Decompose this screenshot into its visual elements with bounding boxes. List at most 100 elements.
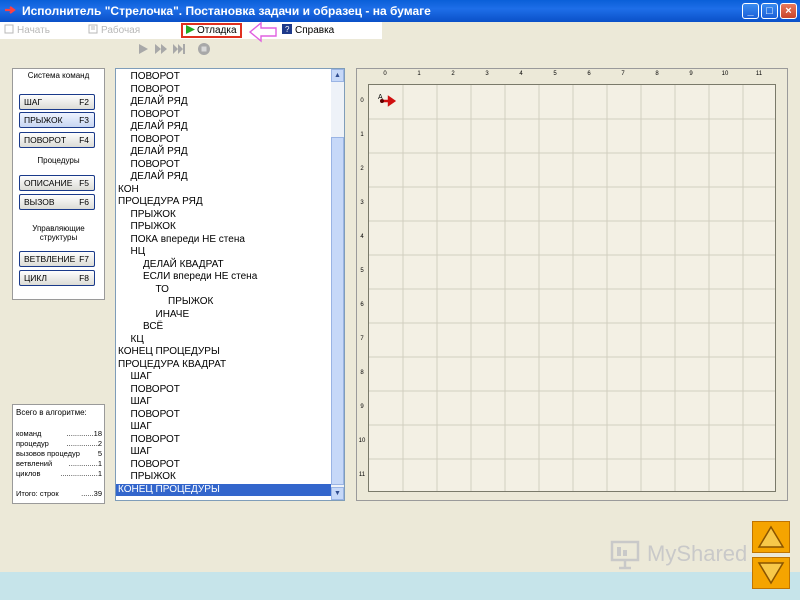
code-line[interactable]: КОНЕЦ ПРОЦЕДУРЫ (116, 483, 334, 496)
watermark-text: MyShared (647, 541, 748, 566)
minimize-button[interactable]: _ (742, 3, 759, 19)
play-icon[interactable] (136, 42, 150, 56)
code-line[interactable]: ПРОЦЕДУРА РЯД (116, 196, 334, 209)
code-line[interactable]: ПОВОРОТ (116, 459, 344, 472)
menu-workbook[interactable]: Рабочая (88, 22, 140, 39)
jump-button[interactable]: ПРЫЖОК F3 (19, 112, 95, 128)
menu-debug[interactable]: Отладка (181, 23, 242, 38)
code-line[interactable]: ДЕЛАЙ КВАДРАТ (116, 259, 344, 272)
call-button[interactable]: ВЫЗОВ F6 (19, 194, 95, 210)
code-line[interactable]: ШАГ (116, 396, 344, 409)
code-line[interactable]: ТО (116, 284, 344, 297)
code-line[interactable]: ПРЫЖОК (116, 296, 344, 309)
branch-button[interactable]: ВЕТВЛЕНИЕ F7 (19, 251, 95, 267)
help-book-icon: ? (282, 24, 292, 34)
code-editor[interactable]: ПОВОРОТ ПОВОРОТ ДЕЛАЙ РЯД ПОВОРОТ ДЕЛАЙ РЯД П… (115, 68, 345, 501)
field-grid[interactable]: А (368, 84, 776, 492)
column-label: 7 (621, 71, 625, 77)
code-line[interactable]: ПРЫЖОК (116, 221, 344, 234)
loop-button[interactable]: ЦИКЛ F8 (19, 270, 95, 286)
stats-row-label: ветвлений (16, 459, 53, 468)
loop-key: F8 (79, 273, 89, 283)
code-line[interactable]: ПОВОРОТ (116, 71, 344, 84)
row-label: 8 (360, 370, 364, 376)
code-line[interactable]: ШАГ (116, 371, 344, 384)
debug-toolbar (136, 42, 216, 56)
command-panel: Система команд ШАГ F2 ПРЫЖОК F3 ПОВОРОТ F4 … (12, 68, 105, 300)
turn-button[interactable]: ПОВОРОТ F4 (19, 132, 95, 148)
stats-row-label: вызовов процедур (16, 449, 80, 458)
code-line[interactable]: ПРЫЖОК (116, 471, 344, 484)
scroll-up-icon[interactable]: ▲ (331, 69, 344, 82)
step-label: ШАГ (24, 97, 43, 107)
code-line[interactable]: НЦ (116, 246, 344, 259)
arrow-executor: А (378, 94, 397, 107)
code-line[interactable]: ИНАЧЕ (116, 309, 344, 322)
stop-icon[interactable] (197, 42, 211, 56)
describe-button[interactable]: ОПИСАНИЕ F5 (19, 175, 95, 191)
code-line[interactable]: ПОВОРОТ (116, 434, 344, 447)
scroll-down-icon[interactable]: ▼ (331, 487, 344, 500)
triangle-down-icon (757, 562, 785, 585)
close-button[interactable]: × (780, 3, 797, 19)
code-scrollbar[interactable]: ▲ ▼ (331, 69, 344, 500)
title-bar: Исполнитель "Стрелочка". Постановка зада… (0, 0, 800, 22)
code-line[interactable]: ДЕЛАЙ РЯД (116, 146, 344, 159)
stats-total: Итого: строк ......39 (16, 489, 102, 499)
code-line[interactable]: ПОВОРОТ (116, 384, 344, 397)
row-label: 7 (360, 336, 364, 342)
code-line[interactable]: КОН (116, 184, 334, 197)
code-line[interactable]: ПОВОРОТ (116, 84, 344, 97)
window-title: Исполнитель "Стрелочка". Постановка зада… (22, 4, 431, 18)
code-line[interactable]: ВСЁ (116, 321, 344, 334)
code-line[interactable]: ЕСЛИ впереди НЕ стена (116, 271, 344, 284)
row-label: 2 (360, 166, 364, 172)
column-label: 0 (383, 71, 387, 77)
code-line[interactable]: ПОКА впереди НЕ стена (116, 234, 344, 247)
code-line[interactable]: ПОВОРОТ (116, 409, 344, 422)
maximize-button[interactable]: □ (761, 3, 778, 19)
code-line[interactable]: ШАГ (116, 446, 344, 459)
step-button[interactable]: ШАГ F2 (19, 94, 95, 110)
code-line[interactable]: ПРЫЖОК (116, 209, 344, 222)
fast-forward-icon[interactable] (154, 42, 168, 56)
menu-start[interactable]: Начать (4, 22, 50, 39)
stats-row-label: процедур (16, 439, 49, 448)
nav-up-button[interactable] (752, 521, 790, 553)
column-label: 5 (553, 71, 557, 77)
step-forward-icon[interactable] (172, 42, 186, 56)
nav-down-button[interactable] (752, 557, 790, 589)
row-label: 9 (360, 404, 364, 410)
column-label: 11 (755, 71, 763, 77)
code-line[interactable]: ДЕЛАЙ РЯД (116, 96, 344, 109)
branch-label: ВЕТВЛЕНИЕ (24, 254, 76, 264)
code-line[interactable]: ШАГ (116, 421, 344, 434)
branch-key: F7 (79, 254, 89, 264)
code-line[interactable]: КЦ (116, 334, 344, 347)
column-label: 1 (417, 71, 421, 77)
column-label: 10 (721, 71, 729, 77)
code-line[interactable]: ПОВОРОТ (116, 134, 344, 147)
menu-start-label: Начать (17, 25, 50, 36)
main-window: Исполнитель "Стрелочка". Постановка зада… (0, 0, 800, 572)
code-line[interactable]: ДЕЛАЙ РЯД (116, 171, 344, 184)
column-label: 9 (689, 71, 693, 77)
menu-help[interactable]: ? Справка (282, 22, 334, 39)
stats-total-value: ......39 (81, 489, 102, 498)
stats-row: процедур ...............2 (16, 439, 102, 449)
code-line[interactable]: ПОВОРОТ (116, 109, 344, 122)
stats-row: ветвлений ..............1 (16, 459, 102, 469)
svg-text:?: ? (285, 25, 290, 34)
stats-row: вызовов процедур 5 (16, 449, 102, 459)
code-line[interactable]: ПРОЦЕДУРА КВАДРАТ (116, 359, 334, 372)
stats-row-label: циклов (16, 469, 41, 478)
code-line[interactable]: ПОВОРОТ (116, 159, 344, 172)
code-line[interactable]: КОНЕЦ ПРОЦЕДУРЫ (116, 346, 334, 359)
column-label: 4 (519, 71, 523, 77)
stats-row: циклов ..................1 (16, 469, 102, 479)
column-label: 3 (485, 71, 489, 77)
triangle-up-icon (757, 525, 785, 548)
code-line[interactable]: ДЕЛАЙ РЯД (116, 121, 344, 134)
scroll-thumb[interactable] (331, 137, 344, 485)
row-label: 1 (360, 132, 364, 138)
